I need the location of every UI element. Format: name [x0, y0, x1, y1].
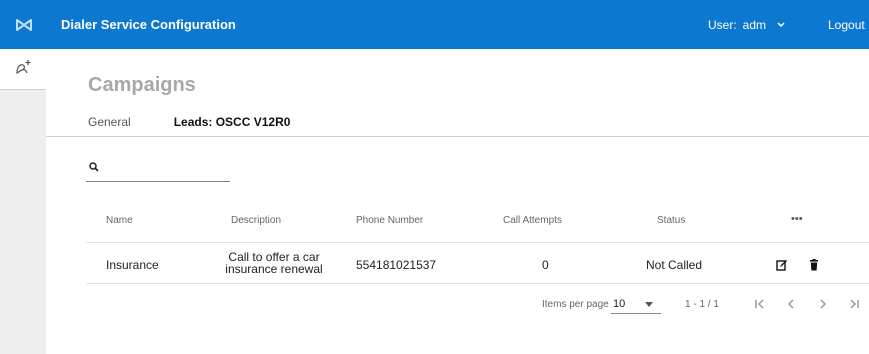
- items-per-page-label: Items per page: [542, 299, 609, 310]
- column-options-icon[interactable]: •••: [791, 213, 803, 225]
- last-page-icon[interactable]: [846, 295, 862, 313]
- logout-button[interactable]: Logout: [828, 0, 865, 49]
- cell-status: Not Called: [646, 258, 703, 272]
- column-header-status[interactable]: Status: [657, 215, 685, 226]
- logo-icon[interactable]: [0, 0, 47, 49]
- sidebar-item-campaigns[interactable]: [0, 49, 46, 90]
- tab-leads[interactable]: Leads: OSCC V12R0: [174, 115, 291, 129]
- cell-phone: 554181021537: [356, 258, 437, 272]
- cell-name: Insurance: [106, 258, 159, 272]
- prev-page-icon[interactable]: [783, 295, 799, 313]
- tab-general[interactable]: General: [88, 115, 131, 129]
- page-title: Campaigns: [88, 74, 196, 96]
- items-per-page-select[interactable]: 10: [611, 296, 661, 314]
- next-page-icon[interactable]: [815, 295, 831, 313]
- edit-icon[interactable]: [776, 258, 788, 271]
- sidebar: [0, 49, 46, 354]
- table-row-divider: [86, 283, 869, 284]
- user-menu[interactable]: User: adm: [708, 0, 786, 49]
- column-header-phone[interactable]: Phone Number: [356, 215, 423, 226]
- search-input[interactable]: [104, 158, 228, 180]
- column-header-attempts[interactable]: Call Attempts: [503, 215, 562, 226]
- app-title: Dialer Service Configuration: [61, 17, 236, 32]
- tab-bar: General Leads: OSCC V12R0: [88, 115, 290, 129]
- items-per-page-value: 10: [613, 298, 626, 310]
- caret-down-icon: [645, 302, 653, 307]
- top-bar: Dialer Service Configuration User: adm L…: [0, 0, 869, 49]
- column-header-name[interactable]: Name: [106, 215, 133, 226]
- cell-description: Call to offer a car insurance renewal: [225, 250, 323, 276]
- chevron-down-icon[interactable]: [776, 20, 786, 30]
- column-header-description[interactable]: Description: [231, 215, 281, 226]
- trash-icon[interactable]: [808, 258, 820, 271]
- divider: [46, 136, 869, 137]
- cell-attempts: 0: [542, 258, 549, 272]
- first-page-icon[interactable]: [752, 295, 768, 313]
- search-icon: [88, 160, 100, 172]
- add-contact-icon[interactable]: [13, 57, 33, 82]
- table-header-divider: [86, 242, 869, 243]
- user-label: User:: [708, 17, 737, 32]
- search-box[interactable]: [86, 158, 230, 182]
- user-name: adm: [742, 17, 767, 32]
- page-range: 1 - 1 / 1: [685, 299, 719, 310]
